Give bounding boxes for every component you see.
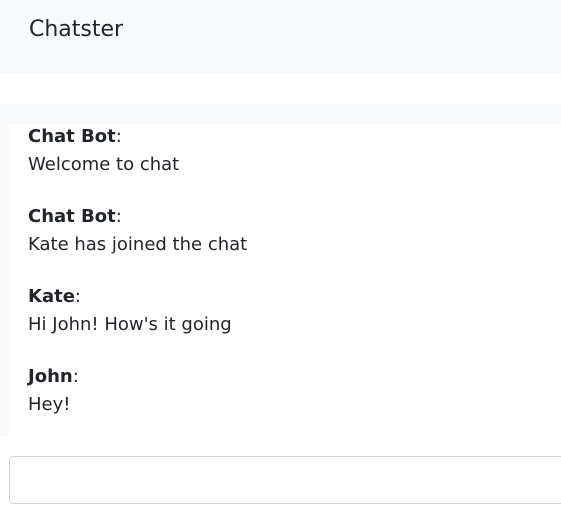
message-author-line: Kate:	[28, 284, 232, 310]
message-input[interactable]	[9, 456, 561, 504]
message-text: Kate has joined the chat	[28, 234, 248, 255]
chat-area: Chat Bot: Welcome to chat Chat Bot: Kate…	[0, 104, 561, 436]
message-text: Hi John! How's it going	[28, 314, 232, 335]
message-author: John	[28, 366, 73, 387]
message-item: Chat Bot: Kate has joined the chat	[28, 204, 247, 260]
composer	[9, 456, 561, 504]
message-author-line: John:	[28, 364, 79, 390]
author-colon: :	[115, 206, 122, 227]
message-item: John: Hey!	[28, 364, 79, 420]
message-author-line: Chat Bot:	[28, 204, 247, 230]
message-text: Hey!	[28, 394, 71, 415]
navbar: Chatster	[0, 0, 561, 73]
app-title[interactable]: Chatster	[29, 14, 123, 46]
author-colon: :	[74, 286, 81, 307]
author-colon: :	[72, 366, 79, 387]
author-colon: :	[115, 126, 122, 147]
message-author-line: Chat Bot:	[28, 124, 179, 150]
message-author: Chat Bot	[28, 206, 116, 227]
message-item: Chat Bot: Welcome to chat	[28, 124, 179, 180]
message-author: Chat Bot	[28, 126, 116, 147]
message-list: Chat Bot: Welcome to chat Chat Bot: Kate…	[9, 124, 561, 436]
message-text: Welcome to chat	[28, 154, 180, 175]
message-author: Kate	[28, 286, 75, 307]
message-item: Kate: Hi John! How's it going	[28, 284, 232, 340]
